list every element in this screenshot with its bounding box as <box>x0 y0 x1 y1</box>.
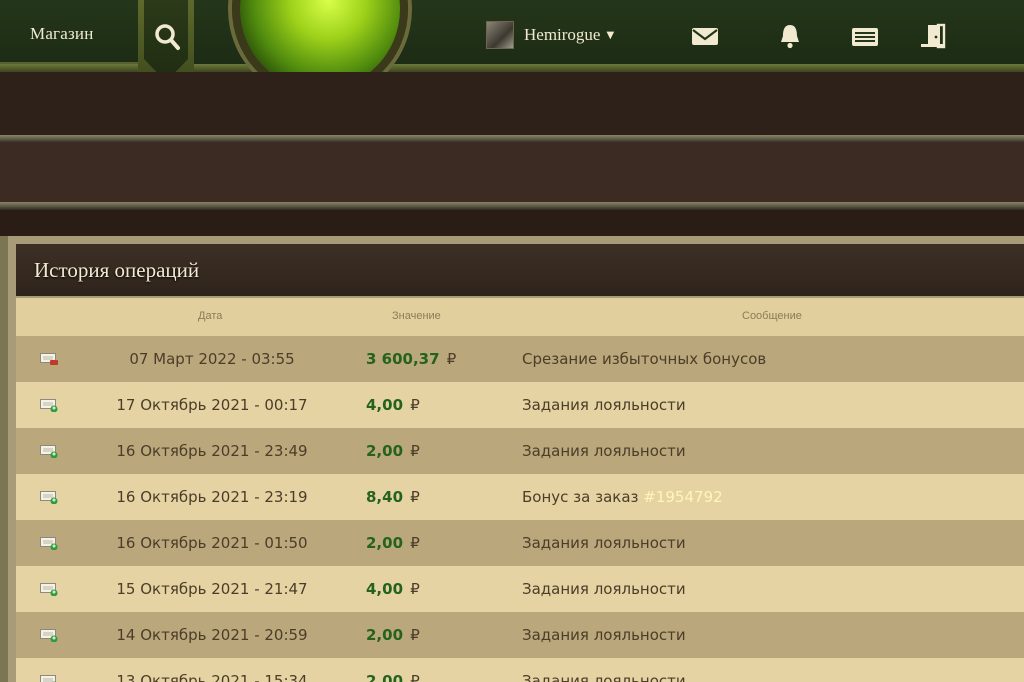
operations-history-panel: История операций Дата Значение Сообщение… <box>0 236 1024 682</box>
row-value-currency: ₽ <box>410 626 420 644</box>
row-value-amount: 8,40 <box>366 488 404 506</box>
order-link[interactable]: #1954792 <box>643 488 722 506</box>
row-message: Срезание избыточных бонусов <box>522 350 766 368</box>
decorative-band <box>0 142 1024 202</box>
row-value-currency: ₽ <box>410 442 420 460</box>
row-message: Задания лояльности <box>522 626 686 644</box>
row-value-amount: 2,00 <box>366 672 404 682</box>
money-plus-icon <box>40 490 58 505</box>
panel-header: История операций <box>16 244 1024 296</box>
row-value-currency: ₽ <box>446 350 457 368</box>
envelope-icon[interactable] <box>690 22 720 50</box>
row-message: Задания лояльности <box>522 672 686 682</box>
row-message: Задания лояльности <box>522 396 686 414</box>
row-message: Задания лояльности <box>522 534 686 552</box>
table-row: 17 Октябрь 2021 - 00:17 4,00 ₽ Задания лоя… <box>16 382 1024 428</box>
row-value-currency: ₽ <box>410 534 420 552</box>
row-message-text: Задания лояльности <box>522 442 686 460</box>
chevron-down-icon[interactable]: ▼ <box>606 30 614 41</box>
table-row: 15 Октябрь 2021 - 21:47 4,00 ₽ Задания лоя… <box>16 566 1024 612</box>
row-value-amount: 2,00 <box>366 626 404 644</box>
row-value-currency: ₽ <box>410 580 420 598</box>
table-row: 13 Октябрь 2021 - 15:34 2,00 ₽ Задания лоя… <box>16 658 1024 682</box>
row-value-amount: 4,00 <box>366 396 404 414</box>
row-value: 3 600,37 ₽ <box>366 350 456 368</box>
row-value: 2,00 ₽ <box>366 672 420 682</box>
row-value-currency: ₽ <box>410 488 420 506</box>
row-date: 16 Октябрь 2021 - 01:50 <box>116 534 308 552</box>
row-value-amount: 2,00 <box>366 442 404 460</box>
row-message: Задания лояльности <box>522 442 686 460</box>
user-menu[interactable]: Hemirogue ▼ <box>486 21 614 49</box>
row-value: 2,00 ₽ <box>366 534 420 552</box>
table-row: 14 Октябрь 2021 - 20:59 2,00 ₽ Задания лоя… <box>16 612 1024 658</box>
top-bar-trim <box>0 62 140 72</box>
column-header-message[interactable]: Сообщение <box>742 310 802 322</box>
row-date: 07 Март 2022 - 03:55 <box>129 350 295 368</box>
logout-icon[interactable] <box>918 22 948 50</box>
row-date: 16 Октябрь 2021 - 23:49 <box>116 442 308 460</box>
decorative-band <box>0 72 1024 136</box>
row-message: Бонус за заказ #1954792 <box>522 488 723 506</box>
table-row: 16 Октябрь 2021 - 23:19 8,40 ₽ Бонус за за… <box>16 474 1024 520</box>
row-value-currency: ₽ <box>410 396 420 414</box>
shop-link[interactable]: Магазин <box>30 24 94 44</box>
row-date: 14 Октябрь 2021 - 20:59 <box>116 626 308 644</box>
news-icon[interactable] <box>850 22 880 50</box>
search-icon[interactable] <box>153 22 181 52</box>
row-message-text: Срезание избыточных бонусов <box>522 350 767 368</box>
username[interactable]: Hemirogue <box>524 25 600 45</box>
row-date: 15 Октябрь 2021 - 21:47 <box>116 580 308 598</box>
money-plus-icon <box>40 582 58 597</box>
money-plus-icon <box>40 398 58 413</box>
row-message-text: Задания лояльности <box>522 534 686 552</box>
row-message-text: Бонус за заказ <box>522 488 639 506</box>
row-message-text: Задания лояльности <box>522 396 686 414</box>
avatar[interactable] <box>486 21 514 49</box>
row-value: 2,00 ₽ <box>366 626 420 644</box>
row-value-amount: 4,00 <box>366 580 404 598</box>
row-value: 4,00 ₽ <box>366 580 420 598</box>
row-message-text: Задания лояльности <box>522 626 686 644</box>
table-header: Дата Значение Сообщение <box>16 298 1024 336</box>
money-plus-icon <box>40 536 58 551</box>
row-date: 16 Октябрь 2021 - 23:19 <box>116 488 308 506</box>
frame-border <box>0 202 1024 210</box>
row-value-currency: ₽ <box>410 672 420 682</box>
row-message-text: Задания лояльности <box>522 580 686 598</box>
page-title: История операций <box>34 258 200 282</box>
operations-table: Дата Значение Сообщение 07 Март 2022 - 0… <box>16 298 1024 682</box>
row-value-amount: 2,00 <box>366 534 404 552</box>
money-plus-icon <box>40 628 58 643</box>
money-plus-icon <box>40 674 58 682</box>
row-message: Задания лояльности <box>522 580 686 598</box>
table-row: 07 Март 2022 - 03:55 3 600,37 ₽ Срезание и… <box>16 336 1024 382</box>
table-row: 16 Октябрь 2021 - 23:49 2,00 ₽ Задания лоя… <box>16 428 1024 474</box>
table-row: 16 Октябрь 2021 - 01:50 2,00 ₽ Задания лоя… <box>16 520 1024 566</box>
row-value: 4,00 ₽ <box>366 396 420 414</box>
row-value: 2,00 ₽ <box>366 442 420 460</box>
bell-icon[interactable] <box>775 22 805 50</box>
money-plus-icon <box>40 444 58 459</box>
row-date: 13 Октябрь 2021 - 15:34 <box>116 672 308 682</box>
column-header-date[interactable]: Дата <box>198 310 222 322</box>
row-message-text: Задания лояльности <box>522 672 686 682</box>
row-value: 8,40 ₽ <box>366 488 420 506</box>
column-header-value[interactable]: Значение <box>392 310 441 322</box>
money-minus-icon <box>40 352 58 366</box>
row-value-amount: 3 600,37 <box>366 350 440 368</box>
row-date: 17 Октябрь 2021 - 00:17 <box>116 396 308 414</box>
